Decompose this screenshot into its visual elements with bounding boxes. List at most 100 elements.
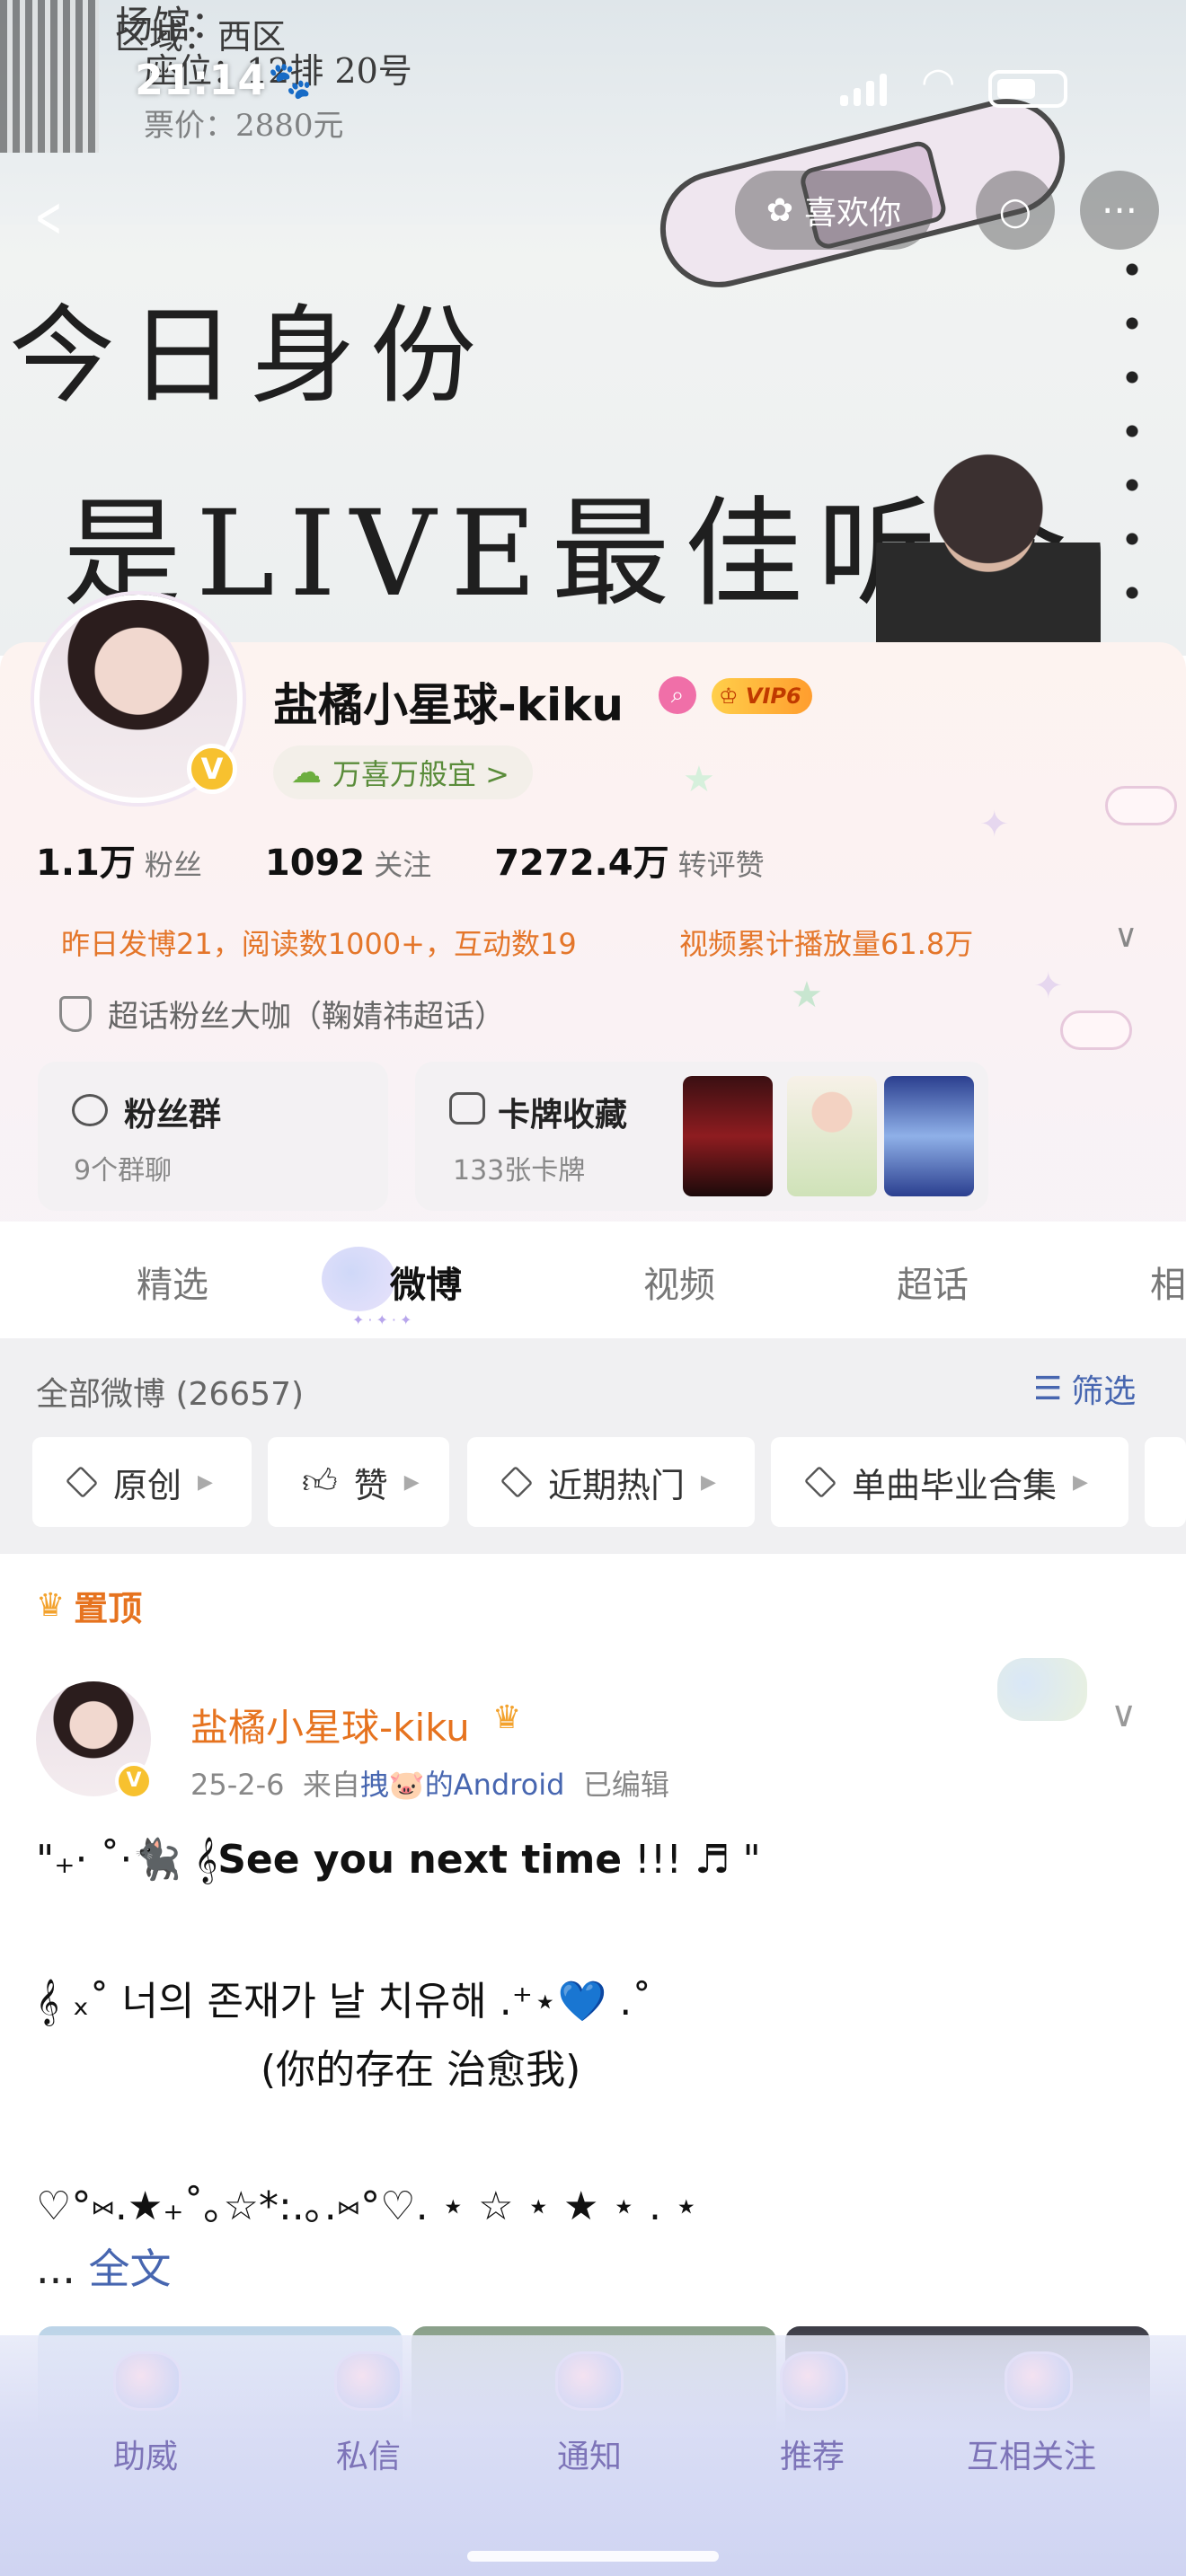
nav-notifications[interactable]: 通知 xyxy=(557,2430,622,2477)
card-collection-sub: 133张卡牌 xyxy=(453,1155,586,1187)
like-label: 喜欢你 xyxy=(804,195,902,232)
stat-following[interactable]: 1092 关注 xyxy=(265,842,462,884)
fan-group-title: 粉丝群 xyxy=(124,1097,222,1134)
chip-original[interactable]: 原创 ▶ xyxy=(32,1437,252,1527)
post-from: 来自 xyxy=(302,1768,360,1802)
cloud-icon: ☁ xyxy=(291,754,322,790)
post-line-4: ♡°⑅.★₊˚｡☆*:.｡.⑅°♡. ⋆ ☆ ⋆ ★ ⋆ . ⋆ xyxy=(36,2183,699,2229)
stat-value: 7272.4万 xyxy=(494,842,669,884)
card-thumbnail[interactable] xyxy=(884,1076,974,1196)
triangle-right-icon: ▶ xyxy=(403,1470,420,1494)
wish-pill[interactable]: ☁ 万喜万般宜 > xyxy=(273,745,533,799)
chevron-down-icon[interactable]: ∨ xyxy=(1114,918,1137,955)
star-decoration: ★ xyxy=(683,759,715,800)
fan-group-sub: 9个群聊 xyxy=(74,1155,173,1187)
video-summary[interactable]: 视频累计播放量61.8万 xyxy=(679,922,973,963)
signal-icon xyxy=(840,70,887,106)
card-thumbnail[interactable] xyxy=(683,1076,773,1196)
handwriting-line: 今日身份 xyxy=(9,294,491,418)
crown-icon: ♛ xyxy=(492,1699,522,1736)
tab-album[interactable]: 相 xyxy=(1150,1256,1186,1308)
post-line-3: (你的存在 治愈我) xyxy=(261,2047,581,2093)
post-line-suffix: !!! ♬ " xyxy=(622,1837,761,1883)
search-button[interactable]: ○ xyxy=(976,171,1055,250)
stat-label: 关注 xyxy=(374,848,432,882)
chip-liked[interactable]: 👍︎ 赞 ▶ xyxy=(268,1437,449,1527)
recommend-icon xyxy=(780,2351,848,2411)
layers-icon xyxy=(803,1465,837,1499)
wish-label: 万喜万般宜 > xyxy=(332,757,509,791)
triangle-right-icon: ▶ xyxy=(1073,1470,1088,1494)
post-edited: 已编辑 xyxy=(582,1768,669,1802)
chip-label: 赞 xyxy=(353,1465,388,1505)
stat-value: 1.1万 xyxy=(36,842,136,884)
filter-icon: ☰ xyxy=(1033,1370,1063,1407)
post-line-bold: See you next time xyxy=(217,1837,623,1883)
shield-icon xyxy=(59,995,92,1032)
nav-cheer[interactable]: 助威 xyxy=(113,2430,178,2477)
chip-label: 近期热门 xyxy=(548,1465,686,1505)
mutual-follow-icon xyxy=(1005,2351,1073,2411)
activity-summary[interactable]: 昨日发博21，阅读数1000+，互动数19 xyxy=(61,922,577,963)
status-time: 21:14 xyxy=(135,56,267,104)
post-source[interactable]: 拽🐷的Android xyxy=(360,1768,565,1802)
tab-weibo[interactable]: 微博 xyxy=(390,1256,462,1308)
verified-badge-icon: V xyxy=(115,1762,153,1800)
more-button[interactable]: ··· xyxy=(1080,171,1159,250)
layers-icon xyxy=(65,1465,99,1499)
full-text-label: 全文 xyxy=(88,2245,172,2293)
stat-followers[interactable]: 1.1万 粉丝 xyxy=(36,834,233,886)
stat-interactions[interactable]: 7272.4万 转评赞 xyxy=(494,834,794,886)
tab-video[interactable]: 视频 xyxy=(643,1256,715,1308)
chip-more[interactable] xyxy=(1145,1437,1186,1527)
post-line-2: 𝄞 ₓ˚ 너의 존재가 날 치유해 .⁺⋆💙 .˚ xyxy=(36,1979,652,2025)
supertopic-label: 超话粉丝大咖（鞠婧祎超话） xyxy=(108,999,505,1035)
pinned-text: 置顶 xyxy=(74,1589,143,1628)
crown-icon: ♛ xyxy=(36,1587,66,1624)
like-button[interactable]: ✿ 喜欢你 xyxy=(735,171,933,250)
post-meta: 25-2-6 来自拽🐷的Android 已编辑 xyxy=(190,1762,669,1804)
card-collection-title: 卡牌收藏 xyxy=(498,1097,628,1134)
tab-active-indicator: ✦·✦·✦ xyxy=(352,1311,416,1328)
pinned-label: ♛ 置顶 xyxy=(36,1581,142,1630)
post-line-1: "₊· ˚·🐈‍⬛ 𝄞See you next time !!! ♬ " xyxy=(36,1836,761,1883)
vip-badge[interactable]: ♔ VIP6 xyxy=(712,678,812,714)
chevron-down-icon[interactable]: ∨ xyxy=(1111,1694,1137,1735)
profile-stats: 1.1万 粉丝 1092 关注 7272.4万 转评赞 xyxy=(36,834,795,886)
nav-messages[interactable]: 私信 xyxy=(336,2430,401,2477)
cheer-icon xyxy=(113,2351,181,2411)
qr-code-image xyxy=(0,0,99,153)
chip-label: 原创 xyxy=(113,1465,182,1505)
search-badge-icon[interactable]: ⌕ xyxy=(659,676,696,714)
tab-supertopic[interactable]: 超话 xyxy=(897,1256,969,1308)
all-posts-count: 全部微博 (26657) xyxy=(36,1376,305,1413)
singer-photo xyxy=(876,454,1101,651)
card-thumbnail[interactable] xyxy=(787,1076,877,1196)
post-author[interactable]: 盐橘小星球-kiku xyxy=(190,1698,470,1752)
ticket-line: 票价：2880元 xyxy=(144,108,344,144)
wifi-icon: ◠ xyxy=(921,59,956,105)
tab-featured[interactable]: 精选 xyxy=(137,1256,208,1308)
fan-group-card[interactable] xyxy=(38,1062,388,1211)
star-decoration: ✦ xyxy=(1033,966,1064,1007)
chip-recent-hot[interactable]: 近期热门 ▶ xyxy=(467,1437,755,1527)
back-button[interactable]: < xyxy=(34,184,62,250)
triangle-right-icon: ▶ xyxy=(198,1470,213,1494)
stat-label: 粉丝 xyxy=(144,848,202,882)
chip-collection[interactable]: 单曲毕业合集 ▶ xyxy=(771,1437,1128,1527)
username: 盐橘小星球-kiku xyxy=(273,679,624,731)
battery-icon xyxy=(988,70,1067,108)
nav-mutual-follow[interactable]: 互相关注 xyxy=(967,2430,1096,2477)
astronaut-decoration-icon xyxy=(997,1658,1087,1721)
search-icon: ○ xyxy=(998,188,1032,233)
stat-label: 转评赞 xyxy=(677,848,765,882)
ellipsis: ... xyxy=(36,2245,89,2293)
tab-decoration-icon xyxy=(322,1247,395,1311)
vip-label: VIP6 xyxy=(745,684,801,709)
supertopic-badge[interactable]: 超话粉丝大咖（鞠婧祎超话） xyxy=(59,992,505,1036)
nav-recommend[interactable]: 推荐 xyxy=(780,2430,845,2477)
full-text-link[interactable]: ... 全文 xyxy=(36,2236,172,2296)
cloud-decoration xyxy=(1105,786,1177,825)
filter-button[interactable]: ☰ 筛选 xyxy=(1033,1365,1136,1412)
post-date: 25-2-6 xyxy=(190,1768,285,1802)
